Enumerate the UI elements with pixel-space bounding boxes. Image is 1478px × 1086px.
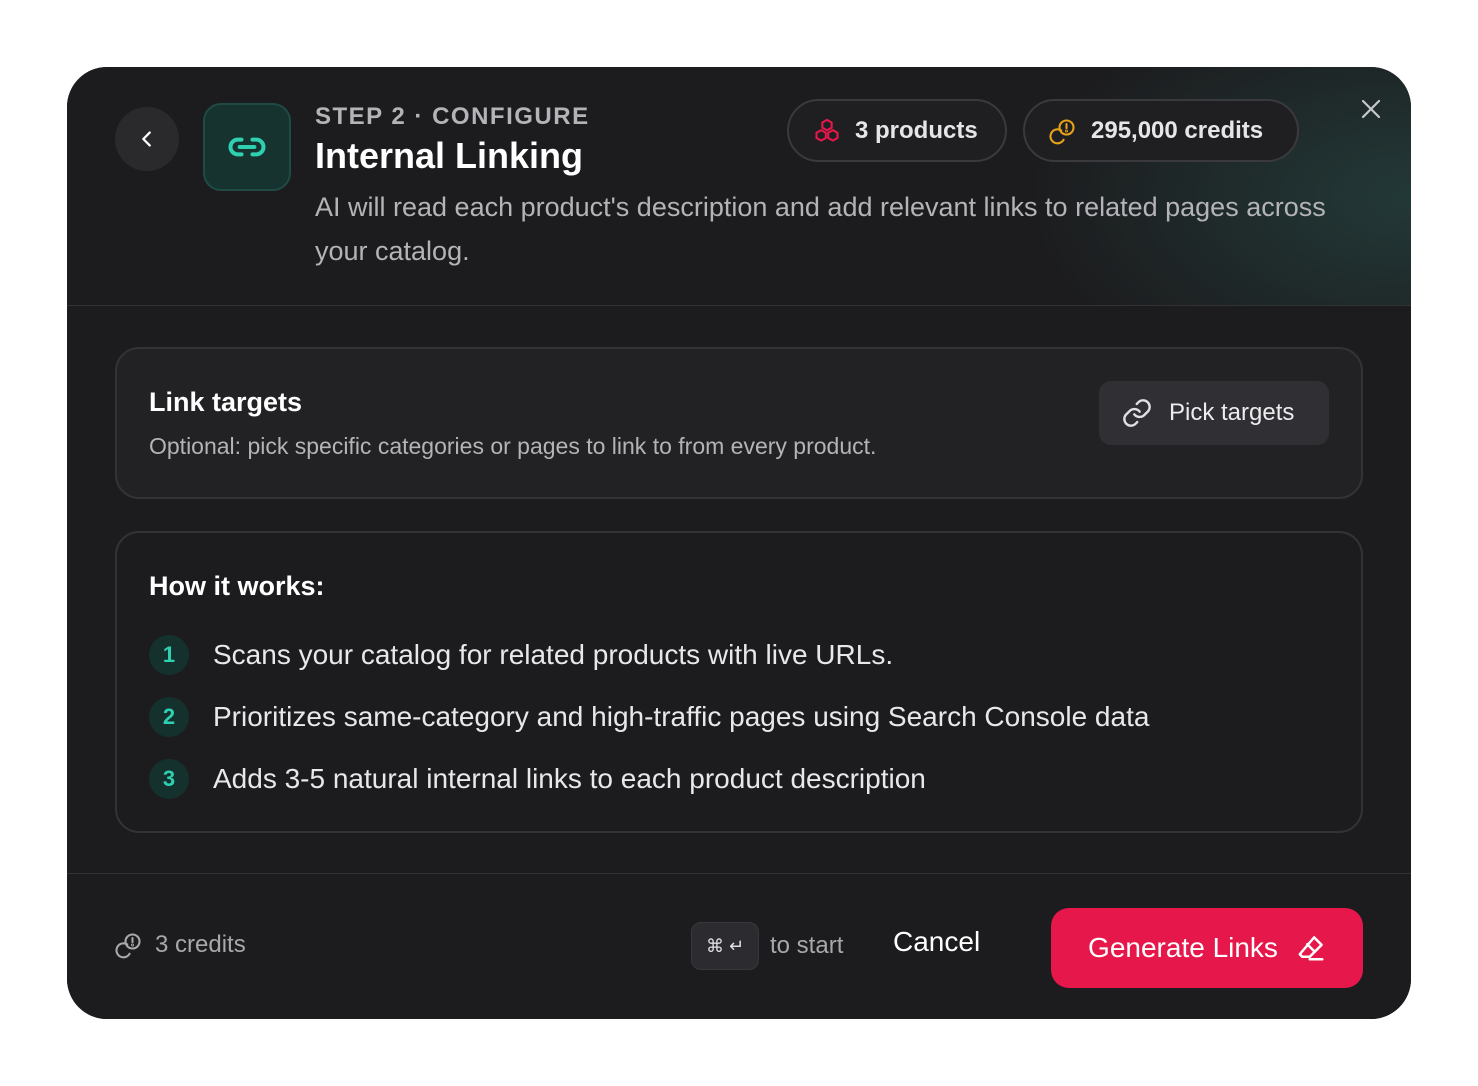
step-text: Adds 3-5 natural internal links to each …	[213, 763, 926, 794]
products-chip[interactable]: 3 products	[787, 99, 1007, 162]
link-targets-card: Link targets Optional: pick specific cat…	[115, 347, 1363, 499]
step-label: STEP 2 · CONFIGURE	[315, 103, 590, 130]
back-button[interactable]	[115, 107, 179, 171]
pick-targets-label: Pick targets	[1169, 399, 1295, 426]
how-it-works-card: How it works: 1 Scans your catalog for r…	[115, 531, 1363, 833]
step-text: Scans your catalog for related products …	[213, 639, 894, 670]
page-title: Internal Linking	[315, 135, 584, 176]
credits-chip[interactable]: 295,000 credits	[1023, 99, 1299, 162]
how-step-item: 3 Adds 3-5 natural internal links to eac…	[149, 759, 926, 799]
step-number-badge: 2	[149, 697, 189, 737]
cost-label: 3 credits	[155, 931, 246, 958]
link-targets-subtitle: Optional: pick specific categories or pa…	[149, 433, 877, 459]
configure-modal: STEP 2 · CONFIGURE Internal Linking AI w…	[67, 67, 1411, 1019]
coins-icon	[1049, 118, 1075, 144]
eraser-icon	[1298, 936, 1324, 961]
how-it-works-title: How it works:	[149, 571, 325, 601]
step-text: Prioritizes same-category and high-traff…	[213, 701, 1150, 732]
pick-targets-button[interactable]: Pick targets	[1099, 381, 1329, 445]
credits-chip-label: 295,000 credits	[1091, 116, 1264, 144]
cubes-icon	[815, 118, 839, 142]
keyboard-shortcut-badge: ⌘ ↵	[691, 922, 759, 970]
modal-header: STEP 2 · CONFIGURE Internal Linking AI w…	[67, 67, 1411, 306]
page-description: AI will read each product's description …	[315, 192, 1326, 266]
chevron-left-icon	[142, 131, 151, 147]
close-icon	[1361, 99, 1381, 119]
shortcut-hint: to start	[770, 932, 844, 959]
feature-icon-tile	[203, 103, 291, 191]
generate-links-label: Generate Links	[1088, 932, 1278, 963]
link-targets-title: Link targets	[149, 387, 303, 417]
cancel-button[interactable]: Cancel	[893, 926, 980, 958]
close-button[interactable]	[1355, 93, 1387, 125]
products-chip-label: 3 products	[855, 116, 978, 144]
step-number-badge: 3	[149, 759, 189, 799]
coins-icon	[115, 933, 141, 959]
step-number-badge: 1	[149, 635, 189, 675]
generate-links-button[interactable]: Generate Links	[1051, 908, 1363, 988]
how-step-item: 1 Scans your catalog for related product…	[149, 635, 893, 675]
link-icon	[228, 137, 266, 157]
link-icon	[1123, 399, 1151, 427]
how-step-item: 2 Prioritizes same-category and high-tra…	[149, 697, 1149, 737]
cost-indicator: 3 credits	[115, 931, 246, 959]
modal-footer: 3 credits ⌘ ↵ to start Cancel Generate L…	[67, 873, 1411, 1019]
